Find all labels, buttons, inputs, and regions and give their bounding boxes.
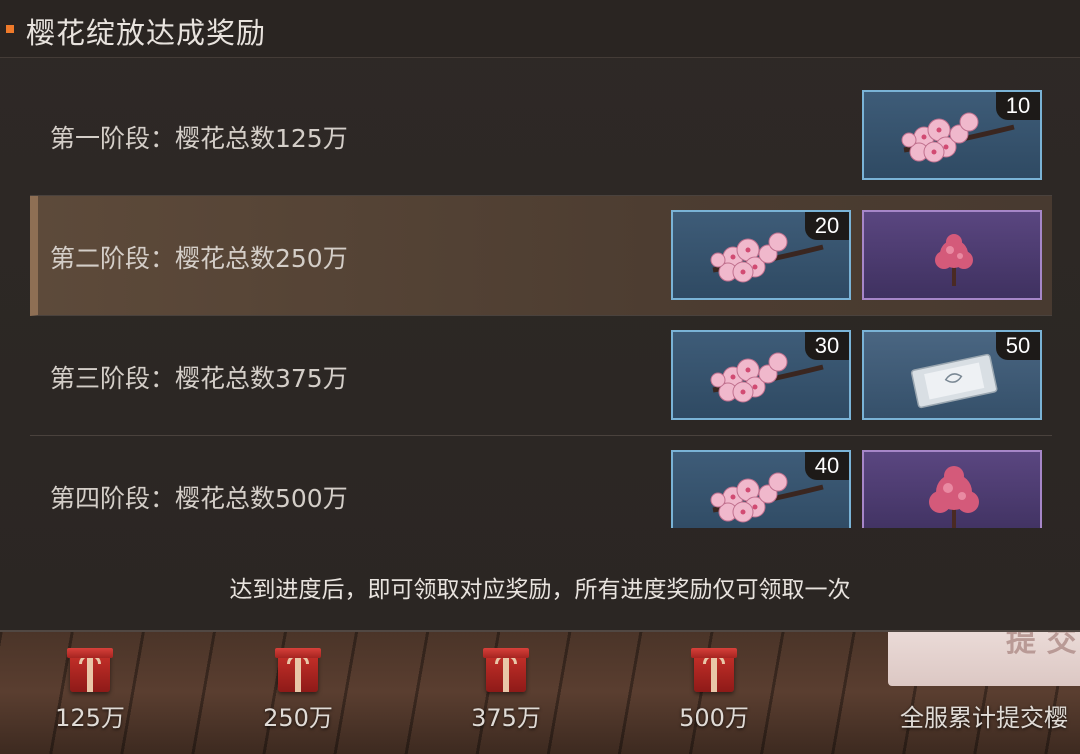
gift-milestone-label: 500万 (679, 704, 749, 732)
sakura-tree-icon (929, 466, 979, 528)
reward-item-sakura-branch[interactable]: 10 (862, 90, 1042, 180)
reward-item-sakura-branch[interactable]: 20 (671, 210, 851, 300)
panel-title: 樱花绽放达成奖励 (26, 16, 267, 50)
gift-box-icon (691, 648, 737, 692)
reward-item-sakura-branch[interactable]: 30 (671, 330, 851, 420)
gift-milestone-4[interactable]: 500万 (654, 640, 774, 733)
stage-label: 第三阶段：樱花总数375万 (50, 364, 348, 393)
gift-box-icon (483, 648, 529, 692)
sakura-tree-icon (935, 234, 973, 286)
gift-milestone-label: 375万 (471, 704, 541, 732)
reward-quantity: 30 (805, 332, 849, 360)
reward-item-packet[interactable]: 50 (862, 330, 1042, 420)
server-total-text: 全服累计提交樱 (900, 704, 1068, 732)
gift-milestone-3[interactable]: 375万 (446, 640, 566, 733)
stage-label: 第一阶段：樱花总数125万 (50, 124, 348, 153)
gift-milestone-label: 125万 (55, 704, 125, 732)
reward-item-sakura-branch[interactable]: 40 (671, 450, 851, 528)
reward-quantity: 50 (996, 332, 1040, 360)
stage-row-2: 第二阶段：樱花总数250万 20 (30, 196, 1052, 316)
gift-milestone-label: 250万 (263, 704, 333, 732)
title-accent-marker (6, 25, 14, 33)
stage-row-4: 第四阶段：樱花总数500万 40 (30, 436, 1052, 528)
reward-item-sakura-tree[interactable] (862, 210, 1042, 300)
gift-box-icon (275, 648, 321, 692)
reward-quantity: 10 (996, 92, 1040, 120)
stage-row-3: 第三阶段：樱花总数375万 30 50 (30, 316, 1052, 436)
reward-panel: 樱花绽放达成奖励 第一阶段：樱花总数125万 10 第二阶段：樱花总数250万 … (0, 0, 1080, 632)
gift-milestone-1[interactable]: 125万 (30, 640, 150, 733)
reward-quantity: 40 (805, 452, 849, 480)
reward-stage-list[interactable]: 第一阶段：樱花总数125万 10 第二阶段：樱花总数250万 20 第三阶段：樱… (30, 76, 1052, 528)
reward-quantity: 20 (805, 212, 849, 240)
stage-row-1: 第一阶段：樱花总数125万 10 (30, 76, 1052, 196)
reward-rule-note: 达到进度后，即可领取对应奖励，所有进度奖励仅可领取一次 (229, 577, 851, 603)
stage-label: 第二阶段：樱花总数250万 (50, 244, 348, 273)
gift-box-icon (67, 648, 113, 692)
reward-item-sakura-tree[interactable] (862, 450, 1042, 528)
panel-title-bar: 樱花绽放达成奖励 (0, 0, 1080, 58)
stage-label: 第四阶段：樱花总数500万 (50, 484, 348, 513)
gift-milestone-2[interactable]: 250万 (238, 640, 358, 733)
